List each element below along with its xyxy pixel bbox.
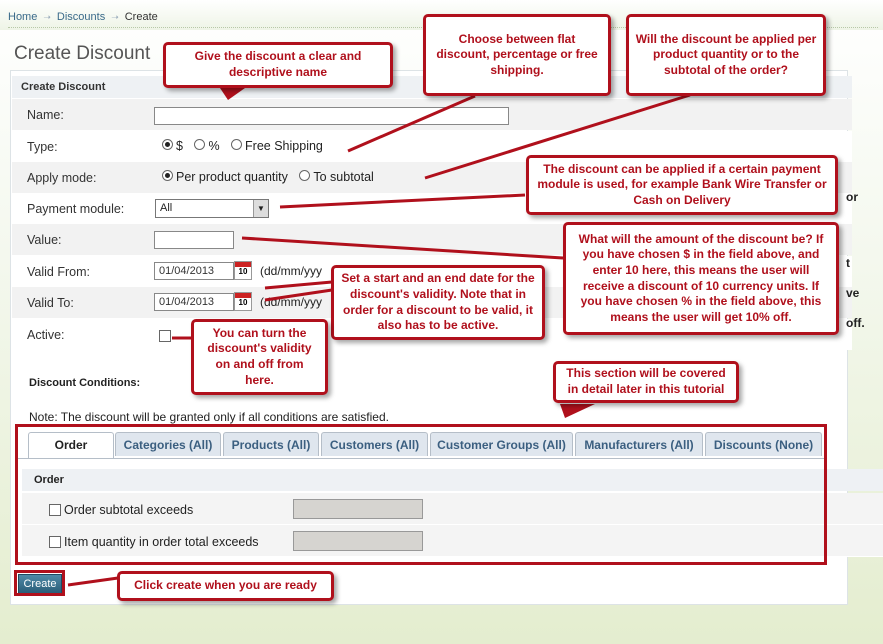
conditions-highlight-box xyxy=(15,424,827,565)
type-radio-percent[interactable] xyxy=(194,139,206,150)
callout-value: What will the amount of the discount be?… xyxy=(563,222,839,335)
discount-conditions-label: Discount Conditions: xyxy=(29,377,141,389)
valid-to-value: 01/04/2013 xyxy=(159,296,215,308)
value-input[interactable] xyxy=(154,231,234,249)
breadcrumb-discounts[interactable]: Discounts xyxy=(57,11,105,23)
breadcrumb-current: Create xyxy=(124,11,158,23)
valid-from-value: 01/04/2013 xyxy=(159,265,215,277)
valid-from-label: Valid From: xyxy=(27,265,90,279)
hidden-text-fragment: or xyxy=(846,190,858,204)
apply-mode-label: Apply mode: xyxy=(27,171,97,185)
apply-radio-per-product[interactable] xyxy=(162,170,173,181)
callout-dates: Set a start and an end date for the disc… xyxy=(331,265,545,340)
name-label: Name: xyxy=(27,108,64,122)
valid-from-input[interactable]: 01/04/2013 xyxy=(154,262,234,280)
breadcrumb-separator-icon: ➝ xyxy=(111,12,119,22)
valid-to-input[interactable]: 01/04/2013 xyxy=(154,293,234,311)
callout-payment-module: The discount can be applied if a certain… xyxy=(526,155,838,215)
payment-module-label: Payment module: xyxy=(27,202,125,216)
callout-create: Click create when you are ready xyxy=(117,571,334,601)
valid-to-label: Valid To: xyxy=(27,296,74,310)
callout-type: Choose between flat discount, percentage… xyxy=(423,14,611,96)
valid-to-format-hint: (dd/mm/yyy xyxy=(260,295,323,309)
calendar-icon[interactable]: 10 xyxy=(234,261,252,280)
type-radio-free-shipping[interactable] xyxy=(231,139,243,150)
type-option-percent: % xyxy=(208,139,220,153)
valid-from-format-hint: (dd/mm/yyy xyxy=(260,264,323,278)
active-label: Active: xyxy=(27,328,65,342)
value-label: Value: xyxy=(27,233,62,247)
hidden-text-fragment: t xyxy=(846,256,850,270)
type-option-flat: $ xyxy=(176,139,183,153)
breadcrumb: Home ➝ Discounts ➝ Create xyxy=(8,11,158,23)
apply-option-per-product: Per product quantity xyxy=(176,170,288,184)
callout-apply-mode: Will the discount be applied per product… xyxy=(626,14,826,96)
type-radio-flat[interactable] xyxy=(162,139,173,150)
breadcrumb-home[interactable]: Home xyxy=(8,11,37,23)
name-row: Name: xyxy=(12,99,852,130)
calendar-icon[interactable]: 10 xyxy=(234,292,252,311)
hidden-text-fragment: ve xyxy=(846,286,860,300)
apply-radio-subtotal[interactable] xyxy=(299,170,311,181)
type-radio-group: $ % Free Shipping xyxy=(162,139,323,153)
type-option-free-shipping: Free Shipping xyxy=(245,139,323,153)
type-label: Type: xyxy=(27,140,58,154)
active-checkbox[interactable] xyxy=(159,330,171,342)
callout-name: Give the discount a clear and descriptiv… xyxy=(163,42,393,88)
name-input[interactable] xyxy=(154,107,509,125)
apply-option-subtotal: To subtotal xyxy=(313,170,374,184)
page-title: Create Discount xyxy=(14,43,151,64)
chevron-down-icon: ▼ xyxy=(253,200,268,217)
create-highlight-box xyxy=(14,570,65,596)
callout-active: You can turn the discount's validity on … xyxy=(191,319,328,395)
hidden-text-fragment: off. xyxy=(846,316,865,330)
breadcrumb-separator-icon: ➝ xyxy=(43,12,51,22)
payment-module-value: All xyxy=(160,202,173,214)
panel-title: Create Discount xyxy=(21,81,106,93)
apply-mode-radio-group: Per product quantity To subtotal xyxy=(162,170,374,184)
conditions-note: Note: The discount will be granted only … xyxy=(29,410,389,424)
callout-section: This section will be covered in detail l… xyxy=(553,361,739,403)
payment-module-select[interactable]: All ▼ xyxy=(155,199,269,218)
